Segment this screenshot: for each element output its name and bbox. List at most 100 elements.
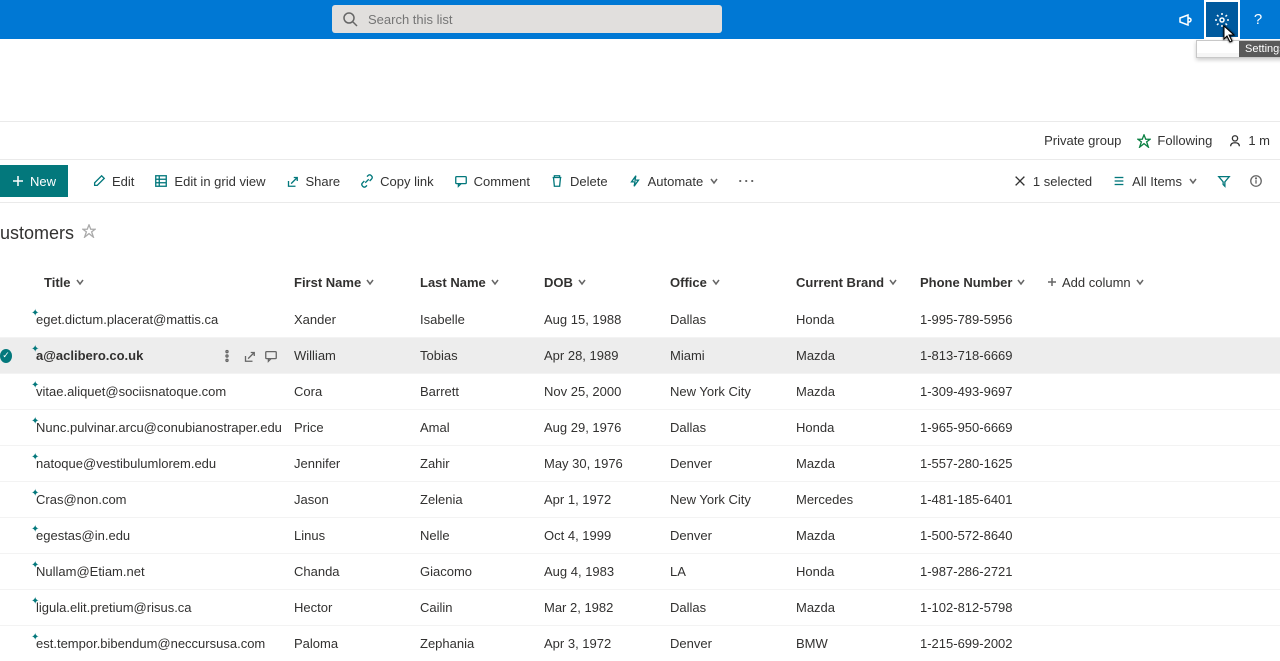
cell-brand: Mazda (788, 348, 912, 363)
view-selector[interactable]: All Items (1104, 174, 1206, 189)
table-row[interactable]: ✦Nunc.pulvinar.arcu@conubianostraper.edu… (0, 409, 1280, 445)
cell-title[interactable]: ✦est.tempor.bibendum@neccursusa.com (36, 636, 286, 651)
new-indicator-icon: ✦ (31, 452, 39, 463)
cell-phone: 1-102-812-5798 (912, 600, 1038, 615)
cell-office: Denver (662, 636, 788, 651)
column-last-name[interactable]: Last Name (412, 275, 536, 290)
automate-button[interactable]: Automate (618, 165, 730, 197)
column-title[interactable]: Title (36, 275, 286, 290)
members-count[interactable]: 1 m (1228, 133, 1270, 148)
cell-office: Dallas (662, 420, 788, 435)
cell-first-name: William (286, 348, 412, 363)
table-row[interactable]: ✦natoque@vestibulumlorem.eduJenniferZahi… (0, 445, 1280, 481)
table-row[interactable]: ✦Nullam@Etiam.netChandaGiacomoAug 4, 198… (0, 553, 1280, 589)
search-box[interactable] (332, 5, 722, 33)
cell-dob: Aug 4, 1983 (536, 564, 662, 579)
cell-brand: Mazda (788, 600, 912, 615)
cell-last-name: Amal (412, 420, 536, 435)
column-phone[interactable]: Phone Number (912, 275, 1038, 290)
settings-tooltip: Settings (1196, 40, 1280, 58)
new-indicator-icon: ✦ (31, 560, 39, 571)
cell-title[interactable]: ✦a@aclibero.co.uk (36, 348, 286, 363)
cell-dob: Nov 25, 2000 (536, 384, 662, 399)
cell-last-name: Giacomo (412, 564, 536, 579)
share-button[interactable]: Share (275, 165, 350, 197)
table-row[interactable]: ✦eget.dictum.placerat@mattis.caXanderIsa… (0, 301, 1280, 337)
cell-title[interactable]: ✦eget.dictum.placerat@mattis.ca (36, 312, 286, 327)
cell-title[interactable]: ✦natoque@vestibulumlorem.edu (36, 456, 286, 471)
filter-button[interactable] (1210, 174, 1238, 188)
cell-office: Dallas (662, 600, 788, 615)
edit-button[interactable]: Edit (82, 165, 144, 197)
new-indicator-icon: ✦ (31, 488, 39, 499)
column-first-name[interactable]: First Name (286, 275, 412, 290)
cell-title[interactable]: ✦Nunc.pulvinar.arcu@conubianostraper.edu (36, 420, 286, 435)
command-bar: New Edit Edit in grid view Share Copy li… (0, 159, 1280, 203)
search-input[interactable] (368, 12, 712, 27)
new-indicator-icon: ✦ (31, 596, 39, 607)
command-bar-right: 1 selected All Items (1005, 174, 1280, 189)
cell-first-name: Xander (286, 312, 412, 327)
new-indicator-icon: ✦ (31, 416, 39, 427)
new-button[interactable]: New (0, 165, 68, 197)
header-spacer (0, 39, 1280, 121)
table-row[interactable]: ✓✦a@aclibero.co.ukWilliamTobiasApr 28, 1… (0, 337, 1280, 373)
list-title-row: ustomers (0, 203, 1280, 263)
cell-office: New York City (662, 384, 788, 399)
cell-last-name: Zahir (412, 456, 536, 471)
cell-title[interactable]: ✦Nullam@Etiam.net (36, 564, 286, 579)
row-select[interactable]: ✓ (0, 349, 12, 363)
column-office[interactable]: Office (662, 275, 788, 290)
cell-brand: Mercedes (788, 492, 912, 507)
cell-last-name: Cailin (412, 600, 536, 615)
cell-title[interactable]: ✦vitae.aliquet@sociisnatoque.com (36, 384, 286, 399)
edit-grid-button[interactable]: Edit in grid view (144, 165, 275, 197)
help-icon[interactable]: ? (1240, 0, 1276, 39)
delete-button[interactable]: Delete (540, 165, 618, 197)
cell-phone: 1-215-699-2002 (912, 636, 1038, 651)
clear-selection-button[interactable]: 1 selected (1005, 174, 1100, 189)
group-privacy-label: Private group (1044, 133, 1121, 148)
cell-dob: Mar 2, 1982 (536, 600, 662, 615)
column-brand[interactable]: Current Brand (788, 275, 912, 290)
add-column-button[interactable]: Add column (1038, 275, 1178, 290)
more-commands-button[interactable]: ⋯ (729, 171, 764, 192)
cell-phone: 1-557-280-1625 (912, 456, 1038, 471)
row-share-icon[interactable] (242, 349, 256, 363)
top-header: ? (0, 0, 1280, 39)
row-comment-icon[interactable] (264, 349, 278, 363)
table-row[interactable]: ✦ligula.elit.pretium@risus.caHectorCaili… (0, 589, 1280, 625)
favorite-star-icon[interactable] (82, 224, 96, 243)
cursor-icon (1222, 24, 1238, 44)
copy-link-button[interactable]: Copy link (350, 165, 443, 197)
table-row[interactable]: ✦Cras@non.comJasonZeleniaApr 1, 1972New … (0, 481, 1280, 517)
row-more-icon[interactable] (220, 349, 234, 363)
cell-brand: Honda (788, 312, 912, 327)
cell-first-name: Linus (286, 528, 412, 543)
cell-first-name: Hector (286, 600, 412, 615)
table-row[interactable]: ✦egestas@in.eduLinusNelleOct 4, 1999Denv… (0, 517, 1280, 553)
table-row[interactable]: ✦vitae.aliquet@sociisnatoque.comCoraBarr… (0, 373, 1280, 409)
cell-last-name: Zephania (412, 636, 536, 651)
cell-office: Miami (662, 348, 788, 363)
table-row[interactable]: ✦est.tempor.bibendum@neccursusa.comPalom… (0, 625, 1280, 661)
megaphone-icon[interactable] (1168, 0, 1204, 39)
cell-title[interactable]: ✦ligula.elit.pretium@risus.ca (36, 600, 286, 615)
column-dob[interactable]: DOB (536, 275, 662, 290)
cell-office: New York City (662, 492, 788, 507)
cell-dob: Apr 1, 1972 (536, 492, 662, 507)
cell-first-name: Chanda (286, 564, 412, 579)
cell-last-name: Nelle (412, 528, 536, 543)
cell-title[interactable]: ✦Cras@non.com (36, 492, 286, 507)
new-indicator-icon: ✦ (31, 344, 39, 355)
cell-last-name: Isabelle (412, 312, 536, 327)
info-button[interactable] (1242, 174, 1270, 188)
cell-phone: 1-500-572-8640 (912, 528, 1038, 543)
cell-brand: Honda (788, 420, 912, 435)
cell-last-name: Zelenia (412, 492, 536, 507)
comment-button[interactable]: Comment (444, 165, 540, 197)
following-toggle[interactable]: Following (1137, 133, 1212, 148)
cell-title[interactable]: ✦egestas@in.edu (36, 528, 286, 543)
cell-phone: 1-965-950-6669 (912, 420, 1038, 435)
cell-first-name: Paloma (286, 636, 412, 651)
